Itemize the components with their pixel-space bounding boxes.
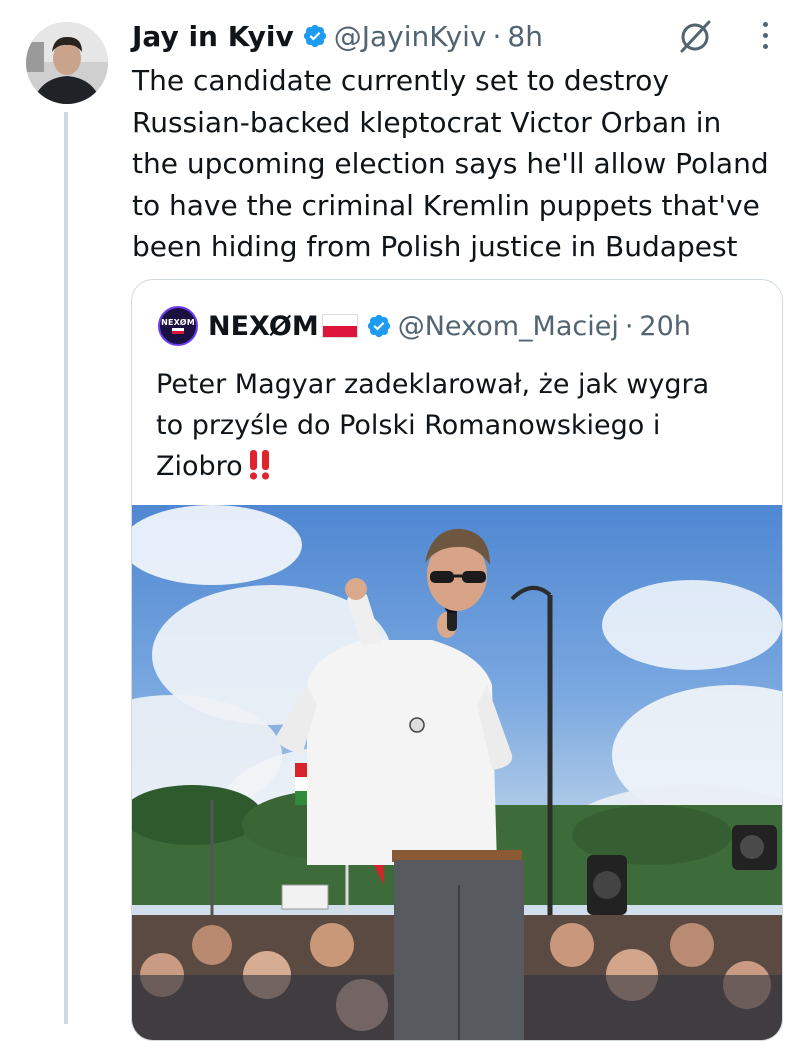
quote-author-handle[interactable]: @Nexom_Maciej [398,311,619,342]
quote-text-line: Peter Magyar zadeklarował, że jak wygra [156,369,710,400]
quote-separator: · [624,310,634,342]
quote-avatar-label: NEXØM [161,318,195,327]
verified-badge-icon [367,314,390,338]
tweet-text-line: Russian-backed kleptocrat Victor Orban i… [132,105,722,139]
thread-line [64,112,68,1024]
quote-text: Peter Magyar zadeklarował, że jak wygra … [156,364,766,487]
more-options-icon[interactable] [760,22,770,54]
quote-text-line: Ziobro [156,451,243,482]
tweet-text: The candidate currently set to destroy R… [132,60,794,268]
author-handle[interactable]: @JayinKyiv [334,20,487,53]
tweet-header: Jay in Kyiv @JayinKyiv · 8h [132,14,543,58]
quote-media-photo[interactable] [132,505,782,1040]
tweet-text-line: the upcoming election says he'll allow P… [132,147,769,180]
mini-flag-icon [172,328,184,334]
rally-photo [132,505,782,1040]
header-separator: · [492,19,502,53]
verified-badge-icon [303,24,326,48]
author-avatar[interactable] [26,22,108,104]
quoted-tweet[interactable]: NEXØM NEXØM @Nexom_Maciej · 20h Peter Ma… [131,279,783,1041]
grok-icon[interactable] [676,18,714,56]
quote-author-avatar[interactable]: NEXØM [158,306,198,346]
tweet-text-line: been hiding from Polish justice in Budap… [132,230,738,263]
author-name[interactable]: Jay in Kyiv [132,20,294,53]
tweet-timestamp[interactable]: 8h [507,20,543,53]
avatar-photo [26,22,108,104]
tweet-text-line: The candidate currently set to destroy [132,64,669,97]
quote-author-name[interactable]: NEXØM [208,311,319,342]
quote-timestamp[interactable]: 20h [639,311,690,342]
tweet-text-line: to have the criminal Kremlin puppets tha… [132,188,760,222]
quote-text-line: to przyśle do Polski Romanowskiego i [156,410,661,441]
double-exclamation-icon [249,450,269,480]
poland-flag-icon [321,314,358,338]
quote-text-line-last: Ziobro [156,446,766,487]
quote-header: NEXØM @Nexom_Maciej · 20h [208,306,691,346]
